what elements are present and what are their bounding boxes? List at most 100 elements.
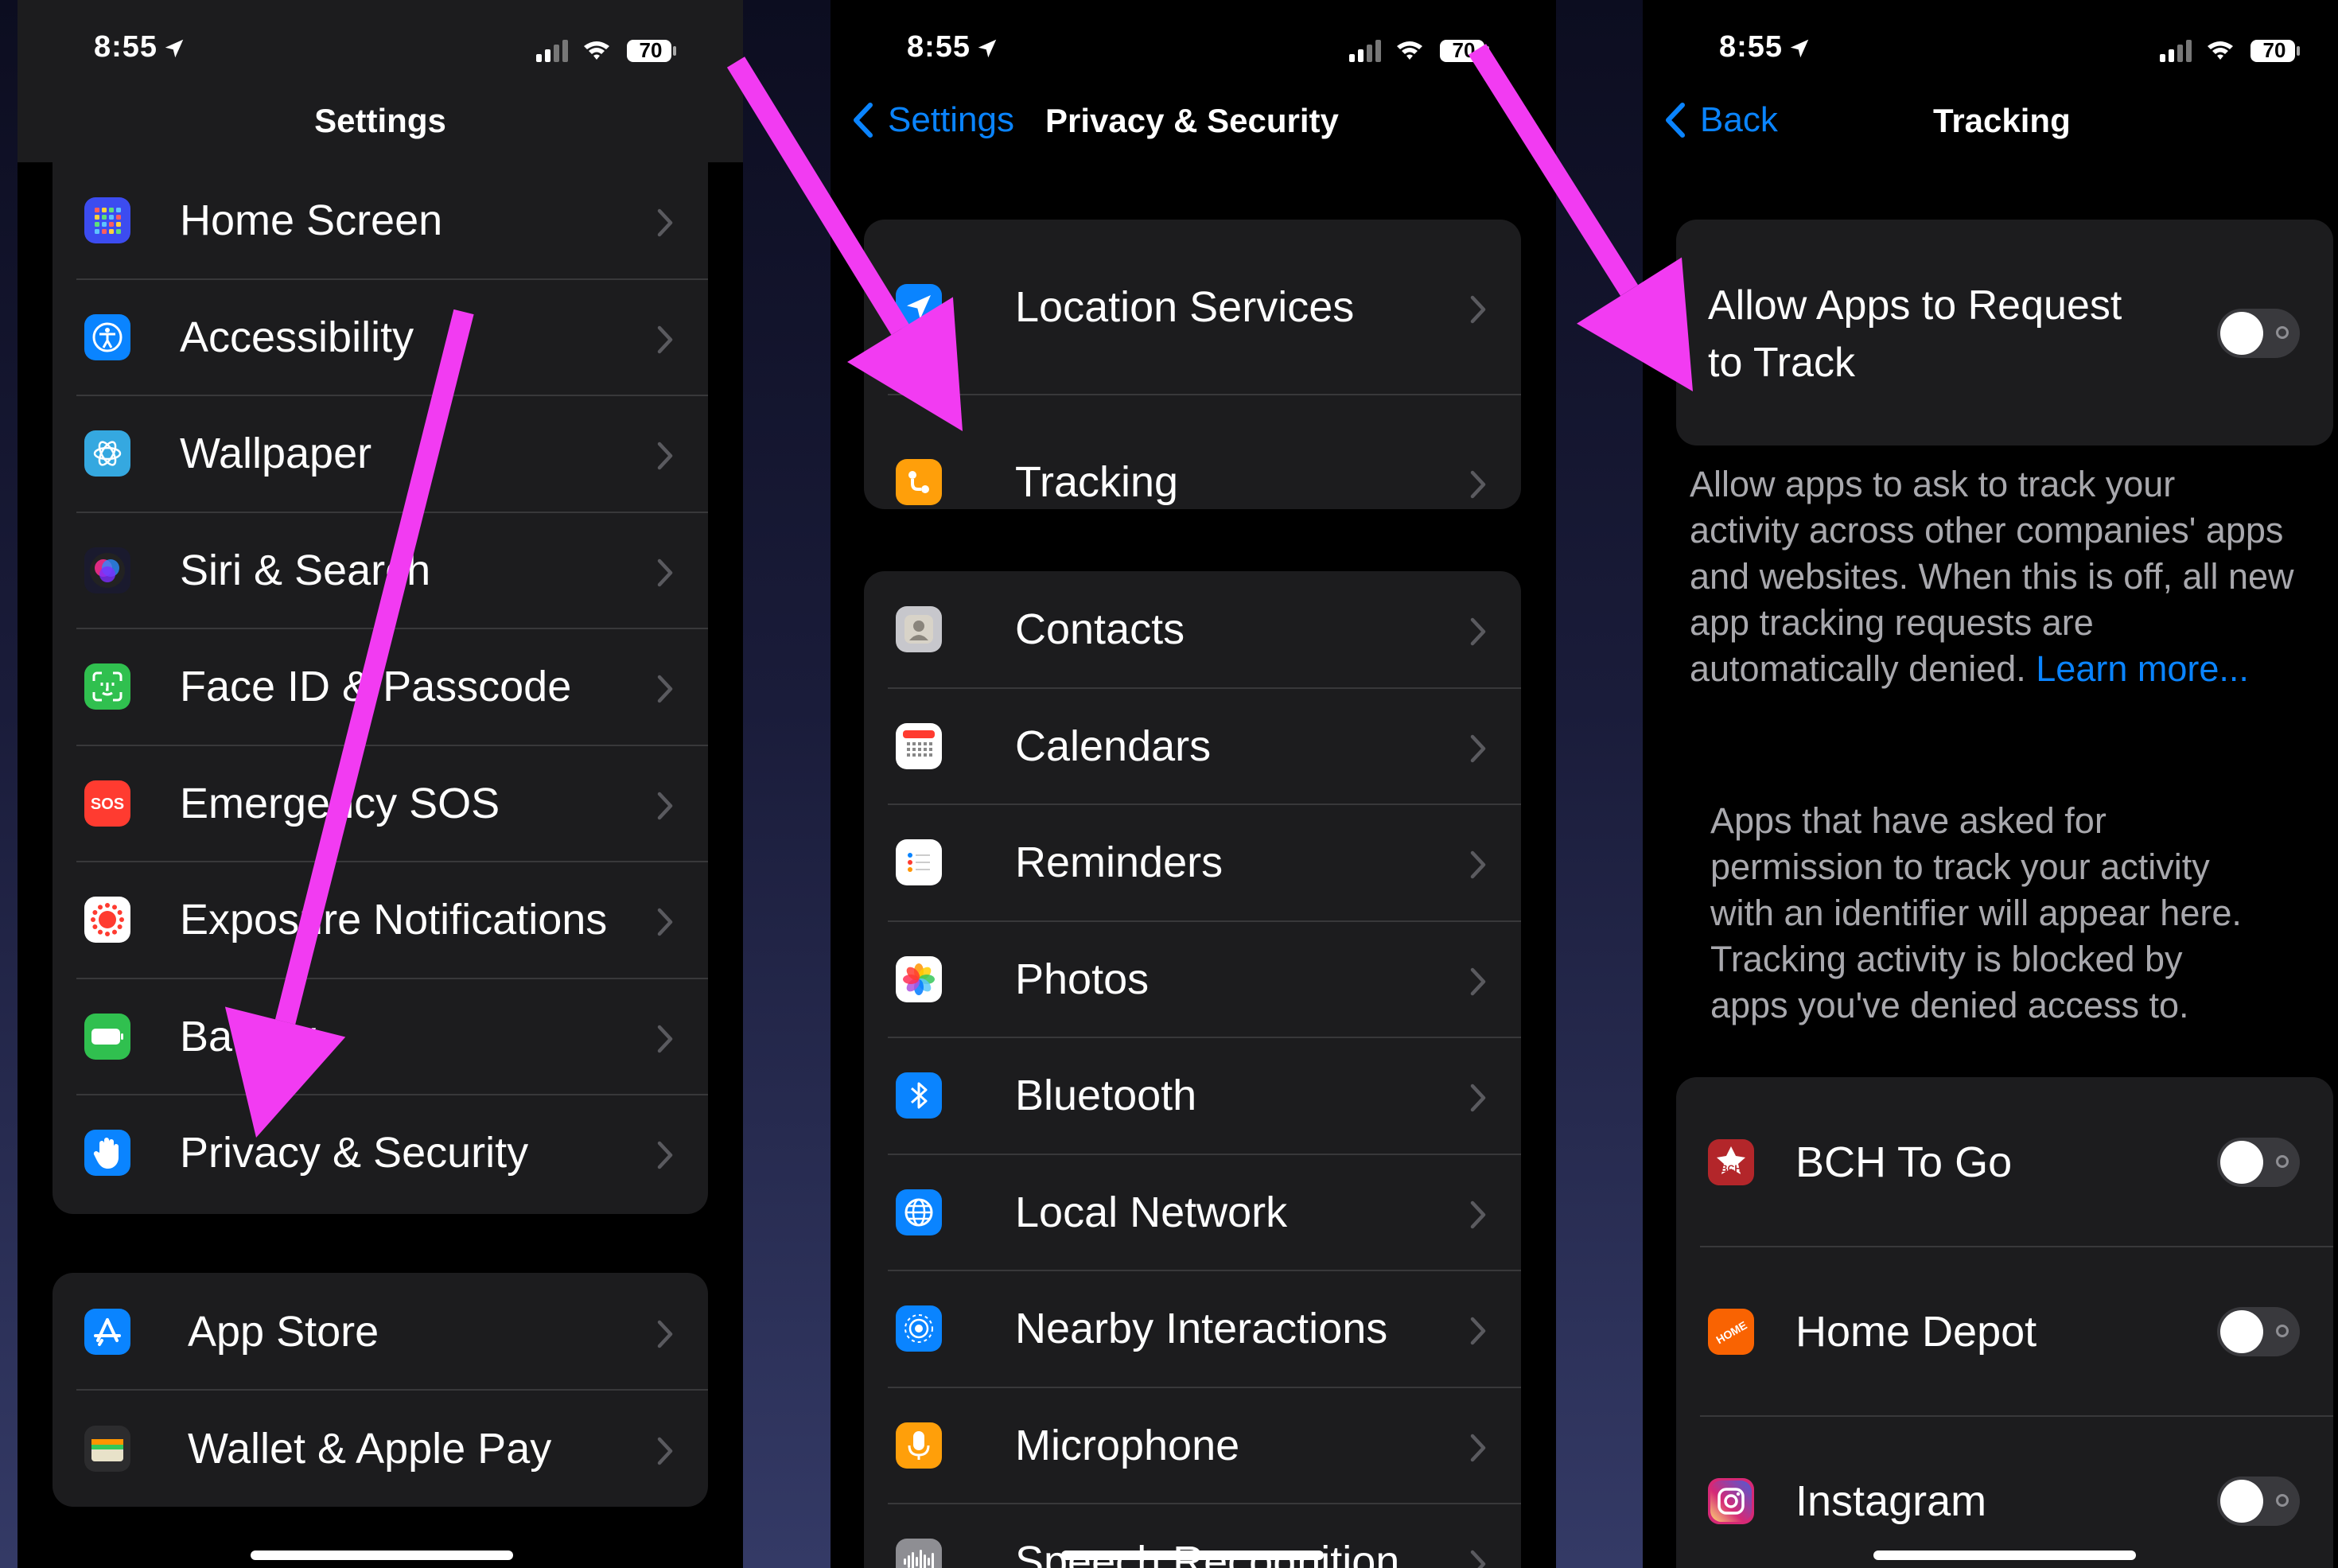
- chevron-right-icon: [655, 1137, 675, 1180]
- tracking-toggle[interactable]: [2217, 1476, 2300, 1526]
- row-label: BCH To Go: [1795, 1138, 2013, 1186]
- asked-line: with an identifier will appear here.: [1710, 893, 2242, 933]
- tracking-description: Allow apps to ask to track your activity …: [1690, 461, 2326, 692]
- battery-icon: [84, 1013, 130, 1060]
- chevron-right-icon: [655, 904, 675, 947]
- description-text: and websites. When this is off, all new: [1690, 556, 2294, 597]
- chevron-right-icon: [1469, 1196, 1488, 1239]
- settings-row-accessibility[interactable]: Accessibility: [53, 279, 708, 396]
- svg-text:BCH: BCH: [1721, 1163, 1741, 1174]
- row-label: Photos: [1015, 955, 1150, 1003]
- allow-tracking-group: Allow Apps to Request to Track: [1676, 220, 2333, 445]
- chevron-right-icon: [655, 438, 675, 481]
- settings-row-wallet-apple-pay[interactable]: Wallet & Apple Pay: [53, 1390, 708, 1507]
- reminders-icon: [896, 839, 942, 886]
- status-bar: 8:55 70 Back Tracking: [1643, 0, 2338, 162]
- privacy-row-bluetooth[interactable]: Bluetooth: [864, 1037, 1521, 1154]
- privacy-row-location-services[interactable]: Location Services: [864, 220, 1521, 395]
- privacy-row-calendars[interactable]: Calendars: [864, 688, 1521, 805]
- signal-wifi-battery: 70: [1349, 35, 1516, 71]
- settings-row-siri-search[interactable]: Siri & Search: [53, 512, 708, 629]
- privacy-row-nearby-interactions[interactable]: Nearby Interactions: [864, 1270, 1521, 1387]
- chevron-right-icon: [655, 1433, 675, 1476]
- chevron-right-icon: [655, 321, 675, 364]
- toggle-knob: [2220, 1309, 2263, 1353]
- back-button[interactable]: Settings: [851, 100, 1014, 140]
- privacy-row-tracking[interactable]: Tracking: [864, 395, 1521, 509]
- description-line: and websites. When this is off, all new: [1690, 554, 2326, 600]
- tracking-toggle[interactable]: [2217, 1137, 2300, 1187]
- contacts-icon: [896, 606, 942, 653]
- instagram-icon: [1708, 1477, 1754, 1524]
- hand-icon: [84, 1130, 130, 1177]
- chevron-right-icon: [1469, 846, 1488, 889]
- learn-more-link[interactable]: Learn more...: [2026, 648, 2249, 689]
- settings-row-battery[interactable]: Battery: [53, 979, 708, 1095]
- row-label: Contacts: [1015, 605, 1185, 654]
- asked-line: Apps that have asked for: [1710, 800, 2107, 841]
- chevron-right-icon: [1469, 466, 1488, 509]
- battery-level: 70: [1452, 38, 1476, 62]
- time-text: 8:55: [94, 30, 158, 64]
- settings-row-home-screen[interactable]: Home Screen: [53, 162, 708, 279]
- row-label: App Store: [188, 1307, 379, 1356]
- settings-row-app-store[interactable]: App Store: [53, 1273, 708, 1390]
- status-time: 8:55: [907, 30, 999, 64]
- privacy-group-permissions: Contacts Calendars Reminders Photos Bluetoot…: [864, 571, 1521, 1568]
- row-label: Home Depot: [1795, 1307, 2037, 1356]
- privacy-row-reminders[interactable]: Reminders: [864, 804, 1521, 921]
- allow-tracking-toggle[interactable]: [2217, 309, 2300, 358]
- description-line: activity across other companies' apps: [1690, 508, 2326, 554]
- toggle-off-indicator: [2276, 1324, 2289, 1337]
- chevron-right-icon: [1469, 1313, 1488, 1356]
- description-text: Allow apps to ask to track your: [1690, 464, 2176, 504]
- description-line: Allow apps to ask to track your: [1690, 461, 2326, 508]
- tracking-toggle[interactable]: [2217, 1306, 2300, 1356]
- chevron-left-icon: [1666, 103, 1685, 138]
- privacy-row-microphone[interactable]: Microphone: [864, 1387, 1521, 1504]
- back-button[interactable]: Back: [1663, 100, 1778, 140]
- row-label: Home Screen: [180, 196, 443, 245]
- settings-row-privacy-security[interactable]: Privacy & Security: [53, 1095, 708, 1212]
- chevron-left-icon: [854, 103, 873, 138]
- row-label: Exposure Notifications: [180, 896, 608, 944]
- toggle-knob: [2220, 312, 2263, 355]
- settings-row-emergency-sos[interactable]: SOS Emergency SOS: [53, 745, 708, 862]
- status-bar: 8:55 70 Settings Privacy & Security: [831, 0, 1556, 162]
- chevron-right-icon: [1469, 291, 1488, 334]
- location-arrow-icon: [165, 39, 184, 58]
- siri-icon: [84, 547, 130, 593]
- bluetooth-icon: [896, 1072, 942, 1119]
- settings-row-wallpaper[interactable]: Wallpaper: [53, 395, 708, 512]
- chevron-right-icon: [655, 1021, 675, 1064]
- time-text: 8:55: [907, 30, 971, 64]
- privacy-group-top: Location Services Tracking: [864, 220, 1521, 509]
- nearby-icon: [896, 1305, 942, 1352]
- description-text: activity across other companies' apps: [1690, 510, 2284, 551]
- battery-level: 70: [2262, 38, 2286, 62]
- privacy-row-contacts[interactable]: Contacts: [864, 571, 1521, 688]
- toggle-knob: [2220, 1140, 2263, 1184]
- photos-icon: [896, 955, 942, 1002]
- row-label: Wallpaper: [180, 430, 372, 478]
- settings-row-face-id-passcode[interactable]: Face ID & Passcode: [53, 628, 708, 745]
- row-label: Battery: [180, 1012, 317, 1060]
- privacy-row-local-network[interactable]: Local Network: [864, 1154, 1521, 1271]
- tracked-app-row-instagram[interactable]: Instagram: [1676, 1416, 2333, 1568]
- bch-icon: BCH: [1708, 1138, 1754, 1185]
- toggle-off-indicator: [2276, 326, 2289, 339]
- description-text: automatically denied.: [1690, 648, 2026, 689]
- page-title: Settings: [314, 102, 446, 139]
- waveform-icon: [896, 1539, 942, 1568]
- privacy-panel: 8:55 70 Settings Privacy & Security Loca…: [831, 0, 1556, 1568]
- chevron-right-icon: [655, 788, 675, 831]
- settings-row-exposure-notifications[interactable]: Exposure Notifications: [53, 862, 708, 979]
- tracked-app-row-bch-to-go[interactable]: BCH BCH To Go: [1676, 1077, 2333, 1247]
- toggle-off-indicator: [2276, 1154, 2289, 1168]
- toggle-off-indicator: [2276, 1493, 2289, 1507]
- tracked-app-row-home-depot[interactable]: HOME Home Depot: [1676, 1247, 2333, 1416]
- privacy-row-photos[interactable]: Photos: [864, 921, 1521, 1038]
- wallet-icon: [84, 1425, 130, 1472]
- toggle-knob: [2220, 1479, 2263, 1523]
- chevron-right-icon: [1469, 963, 1488, 1006]
